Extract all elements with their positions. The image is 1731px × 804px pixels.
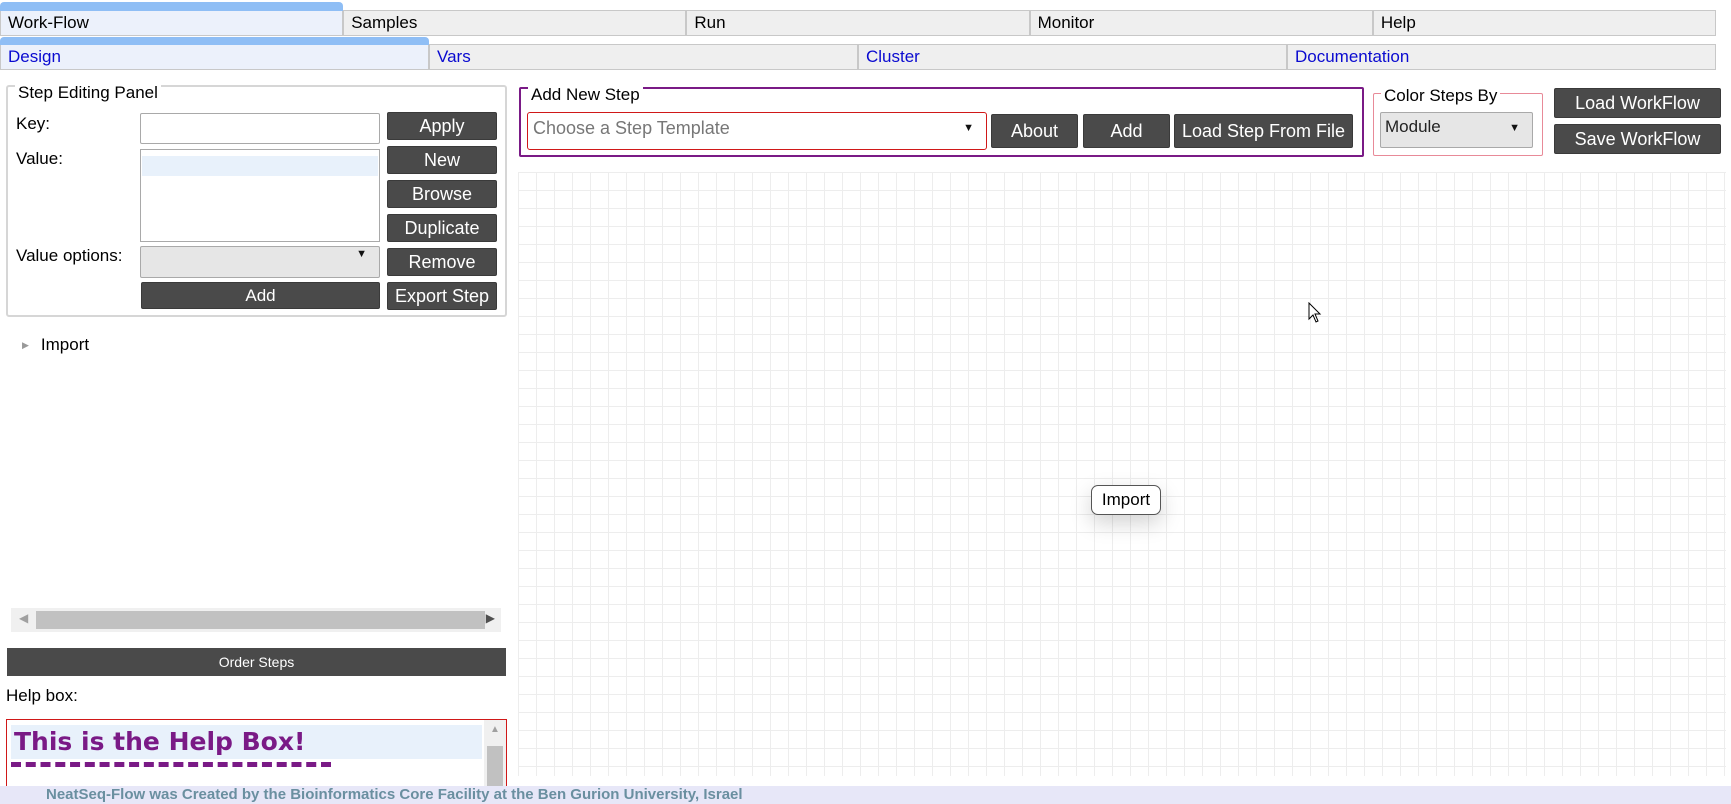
tab-design[interactable]: Design <box>0 37 429 70</box>
help-scrollbar-thumb[interactable] <box>487 746 503 790</box>
help-box: This is the Help Box! ▲ <box>6 719 507 791</box>
key-label: Key: <box>16 114 51 133</box>
tree-item-import[interactable]: ▶ Import <box>22 335 89 355</box>
scroll-left-icon[interactable]: ◀ <box>19 611 28 625</box>
tab-run[interactable]: Run <box>686 10 1030 36</box>
color-steps-select[interactable]: Module ▼ <box>1380 112 1533 148</box>
export-step-button[interactable]: Export Step <box>387 282 497 310</box>
load-step-from-file-button[interactable]: Load Step From File <box>1174 114 1353 148</box>
caret-right-icon: ▶ <box>22 340 29 350</box>
chevron-down-icon: ▼ <box>1509 122 1520 134</box>
help-box-scrollbar[interactable]: ▲ <box>484 720 506 790</box>
scroll-right-icon[interactable]: ▶ <box>486 611 495 625</box>
step-editing-panel-legend: Step Editing Panel <box>15 84 161 102</box>
tab-samples[interactable]: Samples <box>343 10 687 36</box>
about-button[interactable]: About <box>991 114 1078 148</box>
remove-button[interactable]: Remove <box>387 248 497 276</box>
tab-documentation[interactable]: Documentation <box>1287 44 1716 70</box>
duplicate-button[interactable]: Duplicate <box>387 214 497 242</box>
new-button[interactable]: New <box>387 146 497 174</box>
sub-tab-bar: Design Vars Cluster Documentation <box>0 36 1716 71</box>
value-first-line <box>142 156 378 176</box>
footer: NeatSeq-Flow was Created by the Bioinfor… <box>0 786 1731 804</box>
color-steps-selected: Module <box>1385 117 1441 136</box>
footer-credit: NeatSeq-Flow was Created by the Bioinfor… <box>46 786 743 803</box>
tree-horizontal-scrollbar[interactable]: ◀ ▶ <box>11 608 501 632</box>
browse-button[interactable]: Browse <box>387 180 497 208</box>
save-workflow-button[interactable]: Save WorkFlow <box>1554 124 1721 154</box>
add-new-step-legend: Add New Step <box>528 86 643 104</box>
tab-help[interactable]: Help <box>1372 10 1717 36</box>
scroll-up-icon[interactable]: ▲ <box>490 724 500 735</box>
tab-vars[interactable]: Vars <box>429 44 858 70</box>
load-workflow-button[interactable]: Load WorkFlow <box>1554 88 1721 118</box>
order-steps-button[interactable]: Order Steps <box>7 648 506 676</box>
scrollbar-thumb[interactable] <box>36 611 485 629</box>
tab-work-flow[interactable]: Work-Flow <box>0 2 344 36</box>
value-options-label: Value options: <box>16 246 123 265</box>
tab-monitor[interactable]: Monitor <box>1029 10 1373 36</box>
add-step-button[interactable]: Add <box>1083 114 1170 148</box>
value-options-select[interactable]: ▼ <box>140 246 380 278</box>
mouse-cursor-icon <box>1308 302 1322 323</box>
step-template-placeholder: Choose a Step Template <box>533 118 730 138</box>
tree-item-label: Import <box>40 335 90 354</box>
help-box-divider <box>11 762 331 768</box>
help-box-title: This is the Help Box! <box>11 725 482 759</box>
workflow-canvas[interactable] <box>518 172 1726 776</box>
apply-button[interactable]: Apply <box>387 112 497 140</box>
chevron-down-icon: ▼ <box>963 122 974 134</box>
step-template-select[interactable]: Choose a Step Template ▼ <box>527 112 987 150</box>
value-textarea[interactable] <box>140 149 380 242</box>
tab-cluster[interactable]: Cluster <box>858 44 1287 70</box>
color-steps-legend: Color Steps By <box>1381 87 1501 105</box>
chevron-down-icon: ▼ <box>356 248 367 260</box>
step-node-import[interactable]: Import <box>1091 485 1161 515</box>
main-tab-bar: Work-Flow Samples Run Monitor Help <box>0 0 1717 36</box>
value-label: Value: <box>16 149 63 168</box>
help-box-label: Help box: <box>6 686 78 705</box>
key-input[interactable] <box>140 113 380 144</box>
add-value-button[interactable]: Add <box>141 282 380 309</box>
